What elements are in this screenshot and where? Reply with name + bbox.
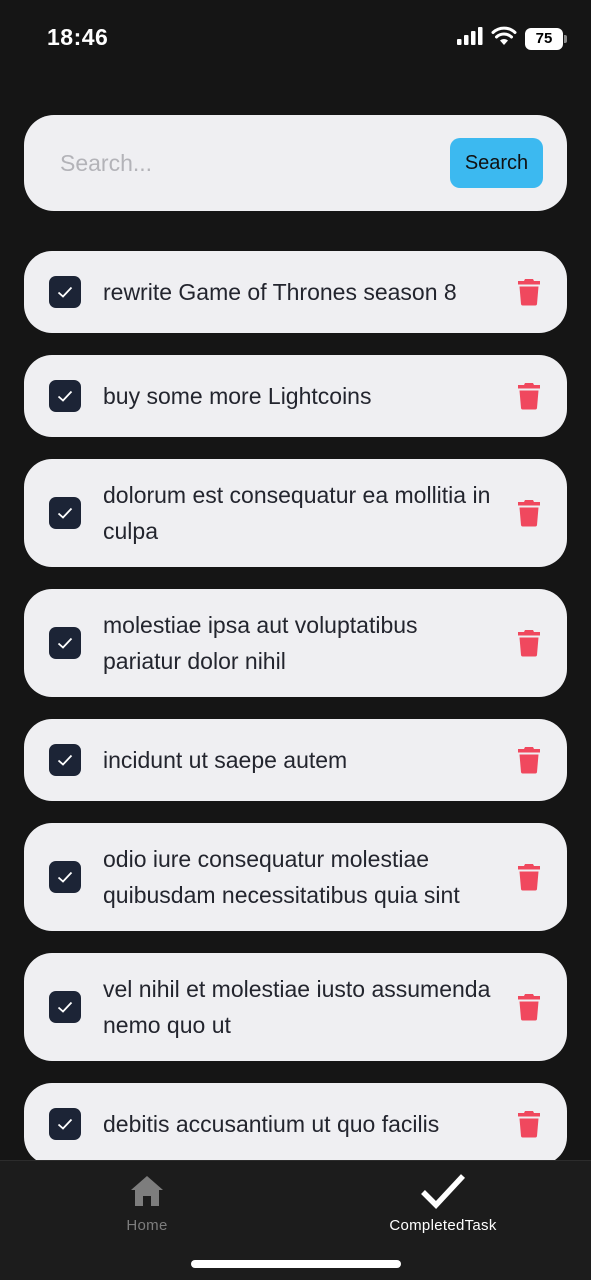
trash-icon bbox=[518, 630, 540, 657]
tab-home-label: Home bbox=[126, 1217, 168, 1234]
task-text: debitis accusantium ut quo facilis bbox=[103, 1111, 440, 1137]
task-text: molestiae ipsa aut voluptatibus pariatur… bbox=[103, 612, 418, 674]
home-indicator bbox=[191, 1260, 401, 1268]
delete-task-button[interactable] bbox=[516, 862, 542, 892]
trash-icon bbox=[518, 1111, 540, 1138]
check-icon bbox=[57, 754, 73, 766]
delete-task-button[interactable] bbox=[516, 277, 542, 307]
task-checkbox[interactable] bbox=[49, 497, 81, 529]
check-icon bbox=[57, 286, 73, 298]
task-checkbox[interactable] bbox=[49, 991, 81, 1023]
task-text: odio iure consequatur molestiae quibusda… bbox=[103, 846, 460, 908]
task-text: vel nihil et molestiae iusto assumenda n… bbox=[103, 976, 491, 1038]
task-item[interactable]: debitis accusantium ut quo facilis bbox=[24, 1083, 567, 1160]
status-bar: 18:46 75 bbox=[0, 0, 591, 76]
cellular-signal-icon bbox=[457, 27, 483, 50]
delete-task-button[interactable] bbox=[516, 628, 542, 658]
trash-icon bbox=[518, 383, 540, 410]
trash-icon bbox=[518, 994, 540, 1021]
task-list: rewrite Game of Thrones season 8 buy some… bbox=[0, 251, 591, 1160]
task-text: buy some more Lightcoins bbox=[103, 383, 372, 409]
tab-home[interactable]: Home bbox=[47, 1161, 247, 1251]
delete-task-button[interactable] bbox=[516, 498, 542, 528]
task-checkbox[interactable] bbox=[49, 744, 81, 776]
wifi-icon bbox=[491, 26, 517, 51]
task-item[interactable]: buy some more Lightcoins bbox=[24, 355, 567, 437]
checkmark-icon bbox=[420, 1171, 466, 1211]
status-icons: 75 bbox=[457, 26, 567, 51]
search-bar: Search bbox=[24, 115, 567, 211]
trash-icon bbox=[518, 747, 540, 774]
trash-icon bbox=[518, 500, 540, 527]
check-icon bbox=[57, 390, 73, 402]
check-icon bbox=[57, 1118, 73, 1130]
tab-completed-task-label: CompletedTask bbox=[389, 1217, 497, 1234]
check-icon bbox=[57, 507, 73, 519]
search-input[interactable] bbox=[60, 145, 430, 181]
check-icon bbox=[57, 637, 73, 649]
delete-task-button[interactable] bbox=[516, 1109, 542, 1139]
task-checkbox[interactable] bbox=[49, 380, 81, 412]
delete-task-button[interactable] bbox=[516, 745, 542, 775]
task-text: dolorum est consequatur ea mollitia in c… bbox=[103, 482, 491, 544]
search-button[interactable]: Search bbox=[450, 138, 543, 188]
delete-task-button[interactable] bbox=[516, 992, 542, 1022]
tab-completed-task[interactable]: CompletedTask bbox=[343, 1161, 543, 1251]
check-icon bbox=[57, 871, 73, 883]
task-text: incidunt ut saepe autem bbox=[103, 747, 348, 773]
task-checkbox[interactable] bbox=[49, 861, 81, 893]
task-item[interactable]: rewrite Game of Thrones season 8 bbox=[24, 251, 567, 333]
battery-icon: 75 bbox=[525, 27, 567, 50]
status-time: 18:46 bbox=[47, 24, 109, 50]
task-list-viewport[interactable]: rewrite Game of Thrones season 8 buy some… bbox=[0, 251, 591, 1160]
task-item[interactable]: vel nihil et molestiae iusto assumenda n… bbox=[24, 953, 567, 1061]
task-checkbox[interactable] bbox=[49, 276, 81, 308]
delete-task-button[interactable] bbox=[516, 381, 542, 411]
task-checkbox[interactable] bbox=[49, 1108, 81, 1140]
task-item[interactable]: dolorum est consequatur ea mollitia in c… bbox=[24, 459, 567, 567]
check-icon bbox=[57, 1001, 73, 1013]
trash-icon bbox=[518, 864, 540, 891]
trash-icon bbox=[518, 279, 540, 306]
task-item[interactable]: incidunt ut saepe autem bbox=[24, 719, 567, 801]
task-item[interactable]: odio iure consequatur molestiae quibusda… bbox=[24, 823, 567, 931]
task-text: rewrite Game of Thrones season 8 bbox=[103, 279, 457, 305]
task-item[interactable]: molestiae ipsa aut voluptatibus pariatur… bbox=[24, 589, 567, 697]
task-checkbox[interactable] bbox=[49, 627, 81, 659]
home-icon bbox=[129, 1171, 165, 1211]
